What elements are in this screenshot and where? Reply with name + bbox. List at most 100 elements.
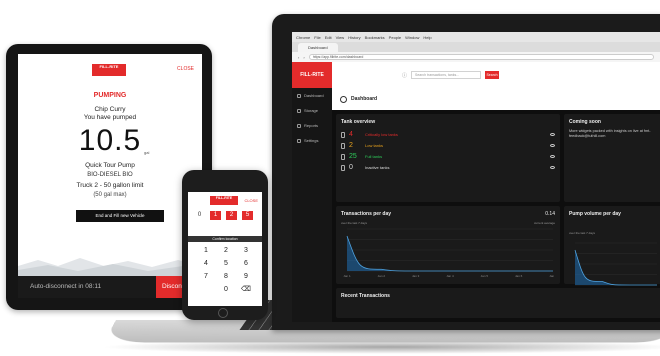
key-3[interactable]: 3 bbox=[236, 246, 256, 255]
card-title: Coming soon bbox=[569, 119, 601, 125]
address-bar[interactable]: https://app.fillrite.com/dashboard bbox=[308, 54, 654, 60]
home-button[interactable] bbox=[218, 308, 228, 318]
key-4[interactable]: 4 bbox=[196, 259, 216, 268]
tank-label: Full tanks bbox=[365, 154, 383, 159]
key-1[interactable]: 1 bbox=[196, 246, 216, 255]
sidebar-item-label: Settings bbox=[304, 138, 319, 143]
key-7[interactable]: 7 bbox=[196, 272, 216, 281]
app-main: ⓘ Search transactions, tanks... Search D… bbox=[332, 62, 660, 322]
search-input[interactable]: Search transactions, tanks... bbox=[411, 71, 482, 79]
card-title: Recent Transactions bbox=[341, 293, 390, 299]
backspace-icon[interactable]: ⌫ bbox=[236, 285, 256, 294]
page-title: Dashboard bbox=[351, 96, 378, 102]
max-limit: (50 gal max) bbox=[93, 192, 127, 198]
menu-item[interactable]: People bbox=[389, 35, 401, 40]
back-icon[interactable]: ‹ bbox=[298, 55, 299, 60]
sidebar-item-storage[interactable]: Storage bbox=[292, 103, 332, 118]
sidebar-item-label: Reports bbox=[304, 123, 319, 128]
app-topbar: ⓘ Search transactions, tanks... Search bbox=[332, 62, 660, 88]
x-tick-label: Jan 6 bbox=[515, 274, 523, 278]
fillrite-logo[interactable]: FILL-RITE bbox=[292, 62, 332, 88]
key-6[interactable]: 6 bbox=[236, 259, 256, 268]
storage-icon bbox=[297, 108, 301, 113]
menu-item[interactable]: Edit bbox=[325, 35, 332, 40]
tank-icon bbox=[341, 142, 345, 149]
key-blank bbox=[196, 285, 216, 294]
sidebar-item-label: Dashboard bbox=[304, 93, 324, 98]
pump-volume-chart bbox=[574, 242, 657, 286]
info-icon[interactable]: ⓘ bbox=[402, 72, 407, 79]
series-area bbox=[575, 250, 657, 285]
sidebar-item-reports[interactable]: Reports bbox=[292, 118, 332, 133]
code-digit: 2 bbox=[226, 211, 237, 220]
settings-icon bbox=[297, 138, 301, 143]
pump-name: Quick Tour Pump bbox=[85, 162, 135, 169]
menu-item[interactable]: Chrome bbox=[296, 35, 310, 40]
tablet-footer: Auto-disconnect in 08:11 Disconnect bbox=[18, 276, 202, 298]
eye-icon[interactable] bbox=[550, 166, 555, 169]
menu-item[interactable]: Help bbox=[423, 35, 431, 40]
tank-count: 0 bbox=[349, 164, 353, 171]
menu-item[interactable]: Bookmarks bbox=[365, 35, 385, 40]
tank-row-full[interactable]: 25 Full tanks bbox=[341, 151, 555, 162]
end-and-fill-button[interactable]: End and Fill new Vehicle bbox=[76, 210, 164, 222]
menu-item[interactable]: File bbox=[314, 35, 320, 40]
card-title: Tank overview bbox=[341, 119, 376, 125]
eye-icon[interactable] bbox=[550, 144, 555, 147]
tank-count: 2 bbox=[349, 142, 353, 149]
tank-label: Critically low tanks bbox=[365, 132, 398, 137]
x-tick-label: Jan 3 bbox=[412, 274, 420, 278]
transactions-value: 0.14 bbox=[545, 211, 555, 217]
eye-icon[interactable] bbox=[550, 155, 555, 158]
eye-icon[interactable] bbox=[550, 133, 555, 136]
search-button[interactable]: Search bbox=[485, 71, 500, 79]
tank-count: 4 bbox=[349, 131, 353, 138]
key-9[interactable]: 9 bbox=[236, 272, 256, 281]
fillrite-app: FILL-RITE Dashboard Storage Reports Sett… bbox=[292, 62, 660, 322]
auto-disconnect-timer: Auto-disconnect in 08:11 bbox=[30, 283, 102, 290]
value-subtitle: current average bbox=[533, 221, 555, 225]
sidebar-item-dashboard[interactable]: Dashboard bbox=[292, 88, 332, 103]
tank-row-low[interactable]: 2 Low tanks bbox=[341, 140, 555, 151]
code-digit: 0 bbox=[194, 211, 205, 220]
series-line bbox=[346, 235, 553, 272]
forward-icon[interactable]: › bbox=[303, 55, 304, 60]
x-tick-label: Jan 4 bbox=[446, 274, 454, 278]
card-title: Pump volume per day bbox=[569, 211, 621, 217]
tank-row-critical[interactable]: 4 Critically low tanks bbox=[341, 129, 555, 140]
browser-tab[interactable]: Dashboard bbox=[298, 43, 338, 52]
key-8[interactable]: 8 bbox=[216, 272, 236, 281]
tank-icon bbox=[341, 131, 345, 138]
laptop-screen: Chrome File Edit View History Bookmarks … bbox=[292, 32, 660, 322]
menu-item[interactable]: Window bbox=[405, 35, 419, 40]
menu-item[interactable]: View bbox=[336, 35, 345, 40]
reports-icon bbox=[297, 123, 301, 128]
tank-label: Low tanks bbox=[365, 143, 384, 148]
x-tick-label: Jan 1 bbox=[343, 274, 351, 278]
device-showcase: Chrome File Edit View History Bookmarks … bbox=[0, 0, 660, 356]
code-digit: 1 bbox=[210, 211, 221, 220]
close-button[interactable]: CLOSE bbox=[177, 66, 194, 72]
sidebar-item-settings[interactable]: Settings bbox=[292, 133, 332, 148]
x-tick-label: Jan 5 bbox=[481, 274, 489, 278]
tank-row-inactive[interactable]: 0 Inactive tanks bbox=[341, 162, 555, 173]
tablet-screen: FILL-RITE CLOSE PUMPING Chip Curry You h… bbox=[18, 54, 202, 298]
key-2[interactable]: 2 bbox=[216, 246, 236, 255]
card-subtitle: over the last 7 days bbox=[569, 231, 596, 235]
tank-icon bbox=[341, 153, 345, 160]
key-5[interactable]: 5 bbox=[216, 259, 236, 268]
key-0[interactable]: 0 bbox=[216, 285, 236, 294]
browser-tab-strip: Dashboard bbox=[292, 42, 660, 52]
fillrite-logo: FILL-RITE bbox=[92, 64, 126, 76]
confirm-location-button[interactable]: Confirm location bbox=[188, 236, 262, 242]
pump-volume-card: Pump volume per day over the last 7 days bbox=[564, 206, 660, 286]
card-title: Transactions per day bbox=[341, 211, 392, 217]
dashboard-icon bbox=[297, 93, 301, 98]
mountain-illustration bbox=[18, 258, 202, 276]
tank-icon bbox=[341, 164, 345, 171]
page-header: Dashboard bbox=[332, 88, 660, 110]
fillrite-logo: FILL-RITE bbox=[210, 196, 238, 205]
number-pad: 1 2 3 4 5 6 7 8 9 0 ⌫ bbox=[196, 246, 256, 294]
menu-item[interactable]: History bbox=[348, 35, 360, 40]
close-button[interactable]: CLOSE bbox=[244, 198, 258, 203]
